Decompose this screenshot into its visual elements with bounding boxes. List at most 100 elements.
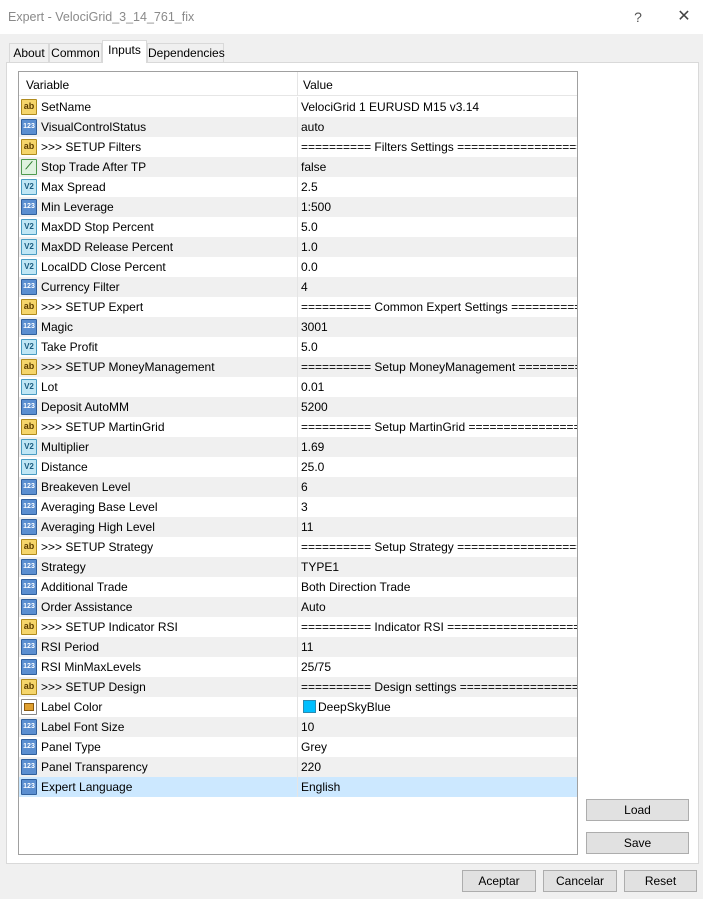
- variable-value[interactable]: Auto: [301, 597, 326, 617]
- cell-separator: [297, 677, 298, 697]
- variable-value[interactable]: 0.0: [301, 257, 318, 277]
- variable-name: MaxDD Stop Percent: [41, 220, 154, 234]
- table-row[interactable]: 123 Min Leverage 1:500: [19, 197, 577, 217]
- table-row[interactable]: 123 Averaging Base Level 3: [19, 497, 577, 517]
- table-row[interactable]: ab >>> SETUP Design ========== Design sett…: [19, 677, 577, 697]
- variable-value[interactable]: TYPE1: [301, 557, 339, 577]
- grid-header: Variable Value: [19, 72, 577, 96]
- tab-inputs[interactable]: Inputs: [102, 40, 147, 63]
- table-row[interactable]: ab >>> SETUP MoneyManagement ========== Se…: [19, 357, 577, 377]
- variable-value[interactable]: English: [301, 777, 340, 797]
- accept-button[interactable]: Aceptar: [462, 870, 536, 892]
- table-row[interactable]: V2 Multiplier 1.69: [19, 437, 577, 457]
- variable-value[interactable]: DeepSkyBlue: [318, 697, 391, 717]
- variable-value[interactable]: 2.5: [301, 177, 318, 197]
- close-icon[interactable]: ✕: [674, 7, 694, 27]
- variable-name: Averaging High Level: [41, 520, 155, 534]
- table-row[interactable]: V2 Lot 0.01: [19, 377, 577, 397]
- table-row[interactable]: V2 MaxDD Release Percent 1.0: [19, 237, 577, 257]
- integer-type-icon: 123: [21, 519, 37, 535]
- table-row[interactable]: 123 RSI Period 11: [19, 637, 577, 657]
- variable-value[interactable]: 11: [301, 637, 313, 657]
- help-icon[interactable]: ?: [628, 7, 648, 27]
- table-row[interactable]: 123 Additional Trade Both Direction Trade: [19, 577, 577, 597]
- variable-name: SetName: [41, 100, 92, 114]
- table-row[interactable]: V2 MaxDD Stop Percent 5.0: [19, 217, 577, 237]
- variable-value[interactable]: ========== Common Expert Settings ======…: [301, 297, 577, 317]
- variable-name: Panel Type: [41, 740, 101, 754]
- table-row[interactable]: 123 VisualControlStatus auto: [19, 117, 577, 137]
- cell-separator: [297, 697, 298, 717]
- variable-value[interactable]: ========== Design settings =============…: [301, 677, 577, 697]
- reset-button[interactable]: Reset: [624, 870, 697, 892]
- table-row[interactable]: ab >>> SETUP Strategy ========== Setup Str…: [19, 537, 577, 557]
- variable-value[interactable]: ========== Setup Strategy ==============…: [301, 537, 577, 557]
- table-row[interactable]: ab >>> SETUP Expert ========== Common Expe…: [19, 297, 577, 317]
- table-row[interactable]: ⟋ Stop Trade After TP false: [19, 157, 577, 177]
- variable-value[interactable]: 220: [301, 757, 321, 777]
- table-row[interactable]: V2 LocalDD Close Percent 0.0: [19, 257, 577, 277]
- table-row[interactable]: Label Color DeepSkyBlue: [19, 697, 577, 717]
- table-row[interactable]: 123 Panel Type Grey: [19, 737, 577, 757]
- load-button[interactable]: Load: [586, 799, 689, 821]
- variable-value[interactable]: 5200: [301, 397, 328, 417]
- table-row[interactable]: 123 Magic 3001: [19, 317, 577, 337]
- cancel-button[interactable]: Cancelar: [543, 870, 617, 892]
- table-row[interactable]: V2 Distance 25.0: [19, 457, 577, 477]
- variable-name: >>> SETUP Filters: [41, 140, 142, 154]
- integer-type-icon: 123: [21, 599, 37, 615]
- variable-value[interactable]: VelociGrid 1 EURUSD M15 v3.14: [301, 97, 479, 117]
- variable-value[interactable]: 4: [301, 277, 308, 297]
- table-row[interactable]: 123 Averaging High Level 11: [19, 517, 577, 537]
- tab-dependencies[interactable]: Dependencies: [147, 43, 225, 63]
- variable-value[interactable]: ========== Setup MartinGrid ============…: [301, 417, 577, 437]
- table-row[interactable]: 123 Currency Filter 4: [19, 277, 577, 297]
- table-row[interactable]: ab >>> SETUP MartinGrid ========== Setup M…: [19, 417, 577, 437]
- variable-value[interactable]: 1:500: [301, 197, 331, 217]
- variable-value[interactable]: 1.0: [301, 237, 318, 257]
- table-row[interactable]: 123 Breakeven Level 6: [19, 477, 577, 497]
- variable-value[interactable]: 5.0: [301, 217, 318, 237]
- save-button[interactable]: Save: [586, 832, 689, 854]
- variable-value[interactable]: Grey: [301, 737, 327, 757]
- table-row[interactable]: 123 Strategy TYPE1: [19, 557, 577, 577]
- table-row[interactable]: 123 RSI MinMaxLevels 25/75: [19, 657, 577, 677]
- column-header-variable[interactable]: Variable: [26, 78, 69, 92]
- integer-type-icon: 123: [21, 479, 37, 495]
- table-row[interactable]: 123 Order Assistance Auto: [19, 597, 577, 617]
- variable-value[interactable]: 0.01: [301, 377, 324, 397]
- variable-value[interactable]: 1.69: [301, 437, 324, 457]
- variable-name: MaxDD Release Percent: [41, 240, 174, 254]
- table-row[interactable]: 123 Deposit AutoMM 5200: [19, 397, 577, 417]
- table-row[interactable]: 123 Panel Transparency 220: [19, 757, 577, 777]
- variable-value[interactable]: Both Direction Trade: [301, 577, 410, 597]
- variable-value[interactable]: 25.0: [301, 457, 324, 477]
- variable-value[interactable]: 6: [301, 477, 308, 497]
- table-row[interactable]: ab >>> SETUP Indicator RSI ========== Indi…: [19, 617, 577, 637]
- table-row[interactable]: ab >>> SETUP Filters ========== Filters Se…: [19, 137, 577, 157]
- tab-common[interactable]: Common: [49, 43, 102, 63]
- title-bar: Expert - VelociGrid_3_14_761_fix ? ✕: [0, 0, 703, 34]
- table-row[interactable]: 123 Label Font Size 10: [19, 717, 577, 737]
- variable-value[interactable]: ========== Indicator RSI ===============…: [301, 617, 577, 637]
- variable-value[interactable]: 11: [301, 517, 313, 537]
- column-header-value[interactable]: Value: [303, 78, 333, 92]
- variable-value[interactable]: 5.0: [301, 337, 318, 357]
- cell-separator: [297, 757, 298, 777]
- variable-value[interactable]: ========== Filters Settings ============…: [301, 137, 577, 157]
- variable-value[interactable]: false: [301, 157, 326, 177]
- tab-about[interactable]: About: [9, 43, 49, 63]
- string-type-icon: ab: [21, 359, 37, 375]
- variable-value[interactable]: auto: [301, 117, 324, 137]
- table-row[interactable]: V2 Take Profit 5.0: [19, 337, 577, 357]
- variable-value[interactable]: 3: [301, 497, 308, 517]
- table-row[interactable]: V2 Max Spread 2.5: [19, 177, 577, 197]
- variable-value[interactable]: 10: [301, 717, 314, 737]
- variable-value[interactable]: 25/75: [301, 657, 331, 677]
- column-separator[interactable]: [297, 72, 298, 96]
- variable-value[interactable]: 3001: [301, 317, 328, 337]
- variable-value[interactable]: ========== Setup MoneyManagement =======…: [301, 357, 577, 377]
- table-row[interactable]: ab SetName VelociGrid 1 EURUSD M15 v3.14: [19, 97, 577, 117]
- double-type-icon: V2: [21, 259, 37, 275]
- table-row[interactable]: 123 Expert Language English: [19, 777, 577, 797]
